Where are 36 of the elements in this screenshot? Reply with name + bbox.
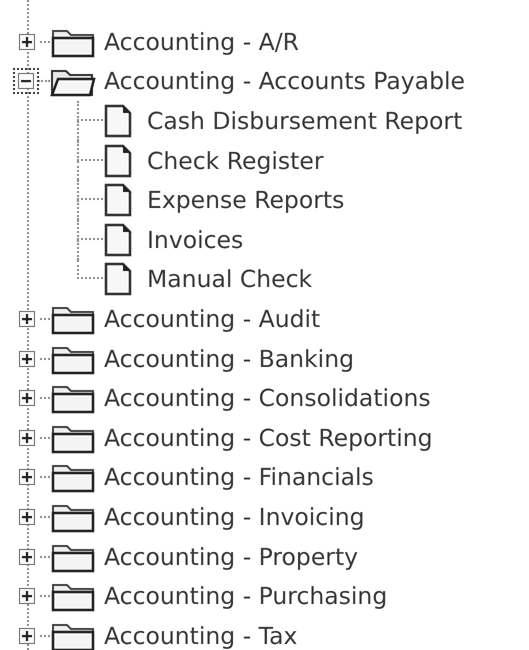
- plus-icon: [19, 390, 35, 406]
- folder-label[interactable]: Accounting - Audit: [104, 304, 320, 333]
- plus-icon: [19, 34, 35, 50]
- connector-line: [77, 140, 103, 180]
- folder-label[interactable]: Accounting - Tax: [104, 622, 298, 650]
- document-icon: [103, 183, 133, 218]
- folder-label[interactable]: Accounting - Purchasing: [104, 582, 388, 610]
- document-icon: [103, 262, 133, 296]
- folder-label[interactable]: Accounting - Accounts Payable: [104, 67, 465, 96]
- plus-icon: [19, 430, 35, 446]
- folder-label[interactable]: Accounting - A/R: [104, 28, 299, 56]
- connector-line: [77, 101, 103, 141]
- document-icon: [103, 144, 133, 178]
- plus-icon: [19, 628, 35, 644]
- folder-label[interactable]: Accounting - Financials: [104, 463, 374, 492]
- collapse-button[interactable]: [13, 68, 39, 94]
- folder-label[interactable]: Accounting - Banking: [104, 344, 354, 373]
- folder-label[interactable]: Accounting - Invoicing: [104, 502, 365, 531]
- plus-icon: [19, 350, 35, 367]
- document-label[interactable]: Cash Disbursement Report: [147, 106, 462, 135]
- folder-label[interactable]: Accounting - Consolidations: [104, 384, 431, 412]
- plus-icon: [19, 469, 35, 486]
- document-icon: [103, 104, 133, 138]
- document-label[interactable]: Invoices: [147, 226, 244, 254]
- folder-label[interactable]: Accounting - Property: [104, 542, 358, 571]
- plus-icon: [19, 310, 35, 327]
- document-label[interactable]: Expense Reports: [147, 186, 344, 214]
- plus-icon: [19, 588, 35, 604]
- folder-label[interactable]: Accounting - Cost Reporting: [104, 424, 433, 452]
- plus-icon: [19, 508, 35, 525]
- document-icon: [103, 222, 133, 257]
- minus-icon: [18, 73, 34, 90]
- connector-line: [77, 180, 103, 220]
- document-label[interactable]: Manual Check: [147, 265, 312, 294]
- plus-icon: [19, 548, 35, 565]
- document-label[interactable]: Check Register: [147, 146, 324, 175]
